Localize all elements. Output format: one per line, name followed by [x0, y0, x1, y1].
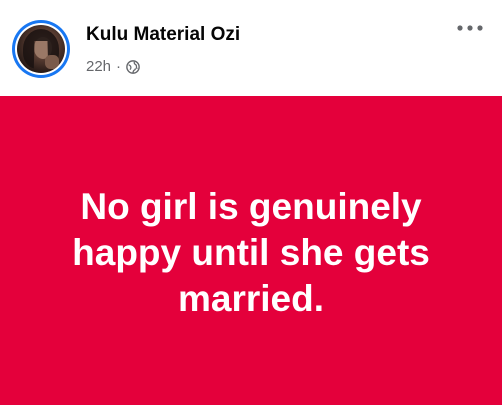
post-header: Kulu Material Ozi 22h · — [0, 0, 502, 96]
globe-icon[interactable] — [126, 59, 140, 74]
post-background: No girl is genuinely happy until she get… — [0, 96, 502, 405]
facebook-post: Kulu Material Ozi 22h · No girl is genui… — [0, 0, 502, 405]
avatar-hand — [45, 55, 59, 69]
post-meta: 22h · — [86, 58, 140, 75]
post-timestamp[interactable]: 22h — [86, 58, 111, 75]
author-name[interactable]: Kulu Material Ozi — [86, 24, 240, 46]
meta-separator: · — [116, 58, 122, 75]
avatar-ring — [15, 23, 67, 75]
more-horizontal-icon[interactable] — [452, 20, 488, 40]
post-status-text: No girl is genuinely happy until she get… — [72, 185, 430, 319]
profile-photo — [17, 25, 65, 73]
avatar[interactable] — [12, 20, 70, 78]
